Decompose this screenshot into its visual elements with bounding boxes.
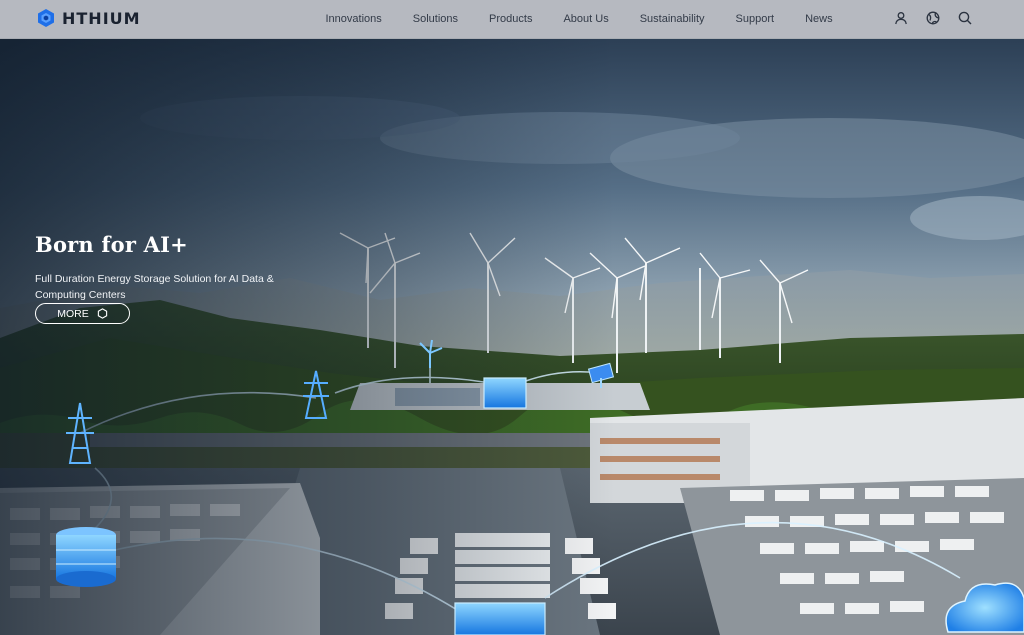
nav-item-innovations[interactable]: Innovations: [310, 13, 397, 25]
storage-container-icon: [454, 602, 546, 635]
globe-icon[interactable]: [926, 11, 940, 25]
nav-item-about-us[interactable]: About Us: [548, 13, 624, 25]
main-nav: Innovations Solutions Products About Us …: [310, 0, 848, 38]
nav-item-products[interactable]: Products: [474, 13, 548, 25]
header-icon-group: [894, 11, 972, 25]
hexagon-icon: [97, 308, 107, 319]
nav-item-support[interactable]: Support: [720, 13, 790, 25]
hero-background-image: [0, 38, 1024, 635]
more-button[interactable]: MORE: [35, 303, 130, 324]
hithium-logo[interactable]: HTHIUM: [36, 8, 141, 28]
battery-container-icon: [483, 377, 527, 409]
user-icon[interactable]: [894, 11, 908, 25]
hero-title: Born for AI+: [35, 232, 188, 257]
logo-text: HTHIUM: [62, 8, 141, 28]
top-navigation-bar: HTHIUM Innovations Solutions Products Ab…: [0, 0, 1024, 39]
hero-banner: Born for AI+ Full Duration Energy Storag…: [0, 38, 1024, 635]
page: HTHIUM Innovations Solutions Products Ab…: [0, 0, 1024, 635]
more-button-label: MORE: [57, 307, 89, 320]
hero-text-block: Born for AI+ Full Duration Energy Storag…: [35, 232, 325, 303]
hero-subtitle: Full Duration Energy Storage Solution fo…: [35, 273, 274, 301]
nav-item-news[interactable]: News: [790, 13, 849, 25]
nav-item-solutions[interactable]: Solutions: [397, 13, 473, 25]
battery-stack-icon: [56, 527, 116, 587]
nav-item-sustainability[interactable]: Sustainability: [624, 13, 720, 25]
search-icon[interactable]: [958, 11, 972, 25]
logo-hexagon-icon: [38, 9, 54, 27]
